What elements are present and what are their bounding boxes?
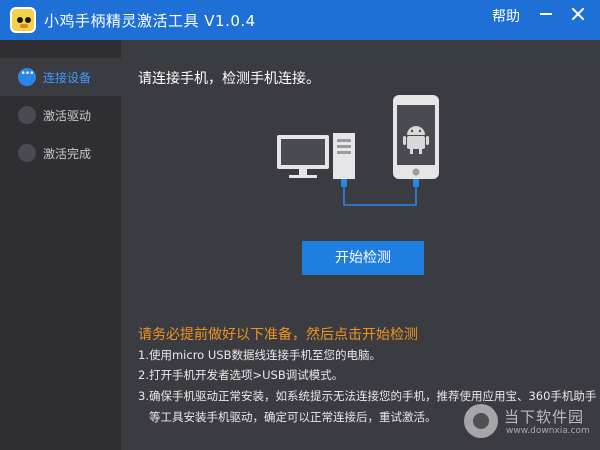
help-button[interactable]: 帮助 <box>492 6 520 26</box>
close-icon[interactable] <box>564 2 592 26</box>
minimize-icon[interactable] <box>532 2 560 26</box>
page-instruction: 请连接手机，检测手机连接。 <box>138 71 320 87</box>
watermark-logo-icon <box>464 404 498 438</box>
step-indicator-icon <box>18 106 36 124</box>
steps-sidebar: 连接设备 激活驱动 激活完成 <box>0 40 121 450</box>
smartphone-android-icon <box>393 95 439 179</box>
sidebar-item-activation-complete[interactable]: 激活完成 <box>0 134 121 172</box>
start-detection-button[interactable]: 开始检测 <box>302 241 424 275</box>
desktop-computer-icon <box>277 133 355 179</box>
preparation-step: 1.使用micro USB数据线连接手机至您的电脑。 <box>138 348 381 362</box>
preparation-step: 2.打开手机开发者选项>USB调试模式。 <box>138 368 344 382</box>
sidebar-item-label: 连接设备 <box>43 71 92 85</box>
usb-cable-icon <box>341 179 419 206</box>
main-panel: 请连接手机，检测手机连接。 开始检测 请务必提前做好以下准备，然后点击开始检测 … <box>121 40 600 450</box>
connection-illustration <box>277 95 439 206</box>
sidebar-item-connect-device[interactable]: 连接设备 <box>0 58 121 96</box>
title-bar: 小鸡手柄精灵激活工具 V1.0.4 帮助 <box>0 0 600 40</box>
sidebar-item-label: 激活完成 <box>43 147 92 161</box>
preparation-title: 请务必提前做好以下准备，然后点击开始检测 <box>138 327 418 343</box>
sidebar-item-activate-driver[interactable]: 激活驱动 <box>0 96 121 134</box>
watermark-url: www.downxia.com <box>506 426 590 436</box>
preparation-step-continued: 等工具安装手机驱动，确定可以正常连接后，重试激活。 <box>149 410 437 424</box>
sidebar-item-label: 激活驱动 <box>43 109 92 123</box>
step-indicator-icon <box>18 144 36 162</box>
watermark-text: 当下软件园 <box>504 408 585 426</box>
window-title: 小鸡手柄精灵激活工具 V1.0.4 <box>44 12 256 30</box>
site-watermark: 当下软件园 www.downxia.com <box>462 400 598 448</box>
step-indicator-icon <box>18 68 36 86</box>
chick-logo-icon <box>10 7 36 33</box>
